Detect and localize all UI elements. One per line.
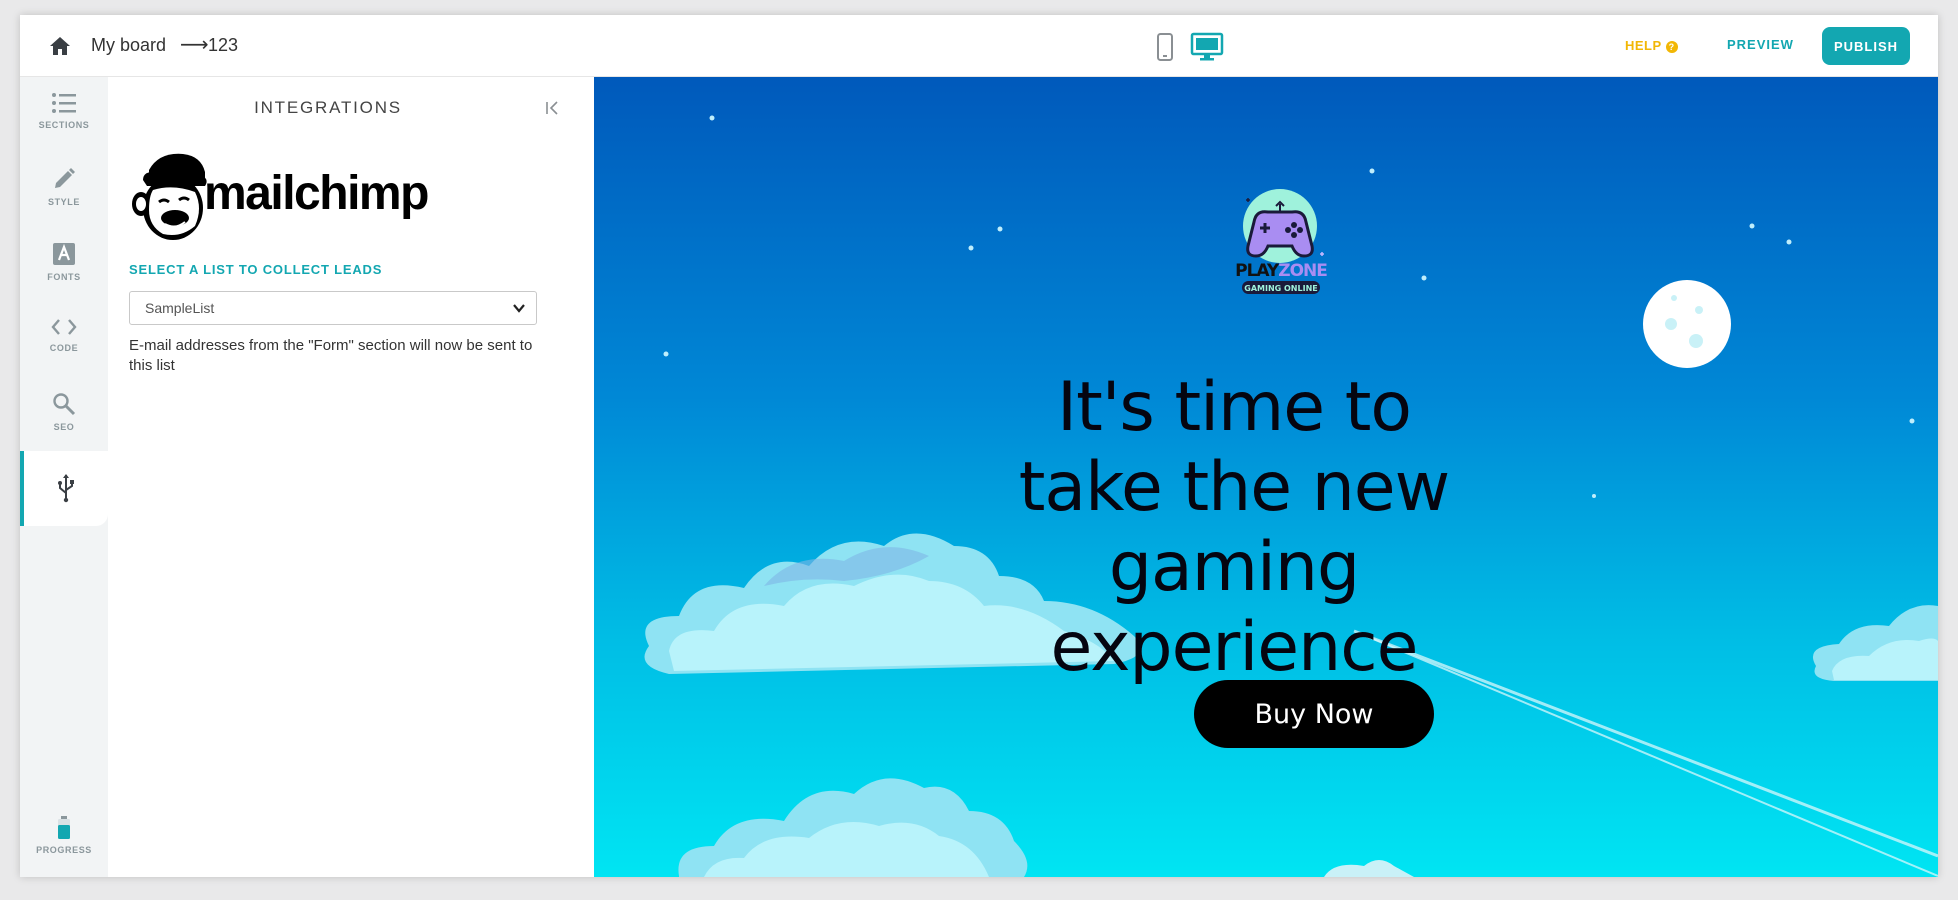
preview-button[interactable]: PREVIEW <box>1727 37 1794 52</box>
rail-label-fonts: FONTS <box>47 272 81 282</box>
list-select-label: SELECT A LIST TO COLLECT LEADS <box>129 262 383 277</box>
help-label: HELP <box>1625 38 1662 53</box>
mailchimp-wordmark: mailchimp <box>204 167 429 220</box>
battery-icon <box>58 816 70 839</box>
gamepad-icon: PLAYZONE GAMING ONLINE <box>1235 189 1328 294</box>
top-bar: My board ⟶ 123 HELP? PREVIEW PUBLISH <box>20 15 1938 77</box>
publish-button[interactable]: PUBLISH <box>1822 27 1910 65</box>
rail-item-sections[interactable]: SECTIONS <box>20 76 108 150</box>
buy-now-button[interactable]: Buy Now <box>1194 680 1434 748</box>
progress-indicator[interactable]: PROGRESS <box>20 816 108 855</box>
integration-note: E-mail addresses from the "Form" section… <box>129 337 533 374</box>
code-icon <box>51 319 77 335</box>
chevron-down-icon <box>513 304 525 313</box>
help-circle-icon: ? <box>1665 40 1678 53</box>
cloud-bottom <box>678 778 1414 877</box>
collapse-panel-icon[interactable] <box>545 101 559 115</box>
rail-label-sections: SECTIONS <box>38 120 90 130</box>
rail-item-style[interactable]: STYLE <box>20 151 108 225</box>
rail-item-code[interactable]: CODE <box>20 301 108 375</box>
help-link[interactable]: HELP? <box>1625 38 1678 53</box>
home-icon[interactable] <box>48 35 72 57</box>
desktop-view-icon[interactable] <box>1190 32 1224 62</box>
font-icon <box>53 243 75 265</box>
breadcrumb-board[interactable]: My board <box>91 35 166 56</box>
mobile-view-icon[interactable] <box>1156 33 1174 61</box>
rail-label-seo: SEO <box>53 422 75 432</box>
hero-headline: It's time to take the new gaming experie… <box>1018 368 1451 687</box>
breadcrumb-arrow: ⟶ <box>180 34 209 56</box>
playzone-wordmark: PLAYZONE <box>1235 261 1327 281</box>
magnifier-icon <box>53 393 76 416</box>
page-canvas: PLAYZONE GAMING ONLINE It's time to take… <box>594 76 1938 877</box>
playzone-tagline: GAMING ONLINE <box>1244 284 1317 293</box>
list-icon <box>52 93 76 113</box>
pencil-icon <box>55 168 75 188</box>
rail-item-integrations[interactable] <box>20 451 108 526</box>
progress-label: PROGRESS <box>36 845 92 855</box>
playzone-zone: ZONE <box>1278 261 1327 281</box>
mailchimp-monkey-icon <box>132 153 207 240</box>
rail-item-seo[interactable]: SEO <box>20 376 108 450</box>
list-select[interactable]: SampleList <box>129 291 537 325</box>
rail-label-code: CODE <box>49 343 79 353</box>
rail-label-style: STYLE <box>47 197 80 207</box>
mailchimp-logo: mailchimp <box>129 150 429 246</box>
list-select-value: SampleList <box>145 300 215 316</box>
playzone-play: PLAY <box>1235 261 1280 281</box>
app-window: My board ⟶ 123 HELP? PREVIEW PUBLISH SEC… <box>20 15 1938 877</box>
rail-item-fonts[interactable]: FONTS <box>20 226 108 300</box>
breadcrumb-page[interactable]: 123 <box>208 35 238 56</box>
usb-icon <box>58 474 74 503</box>
playzone-logo: PLAYZONE GAMING ONLINE <box>1226 184 1336 296</box>
panel-title: INTEGRATIONS <box>254 98 402 117</box>
cloud-right <box>1812 605 1938 681</box>
integrations-panel: INTEGRATIONS mailchimp SELECT A LIST TO … <box>108 76 595 877</box>
left-rail: SECTIONS STYLE FONTS CODE SEO PROGRESS <box>20 76 109 877</box>
moon <box>1643 280 1731 368</box>
